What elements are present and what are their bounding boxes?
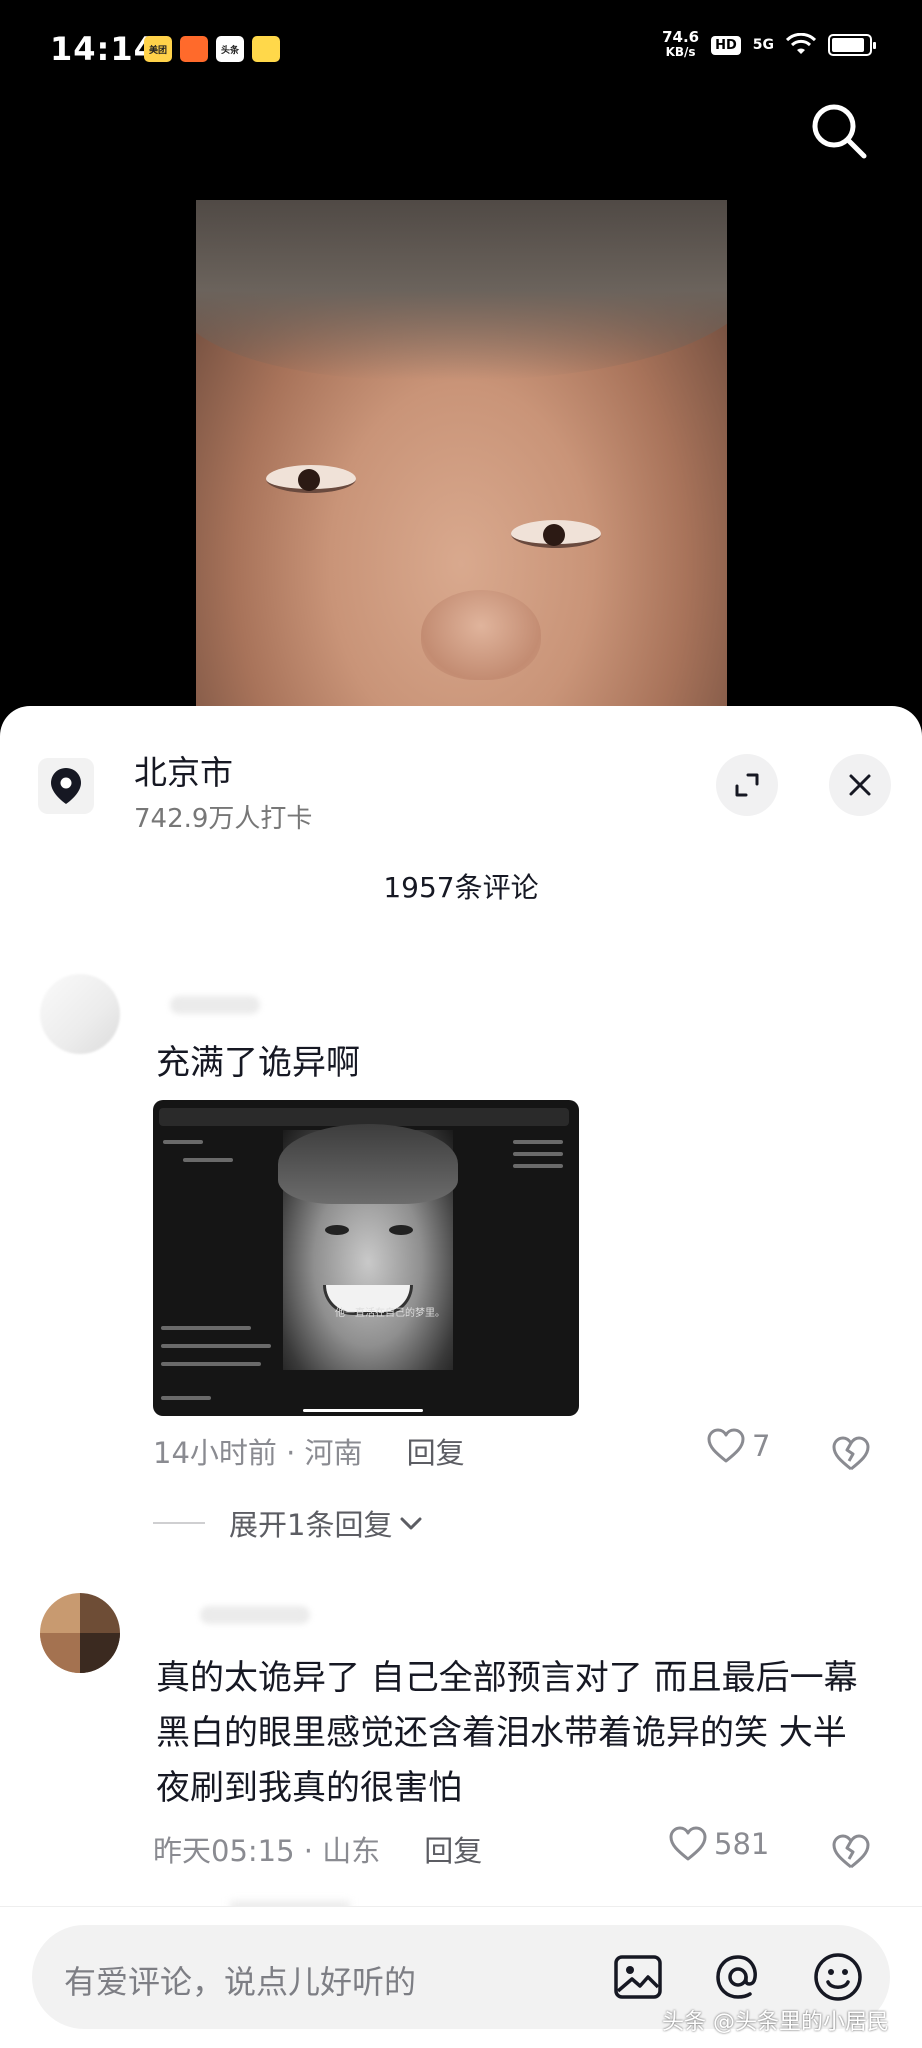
reply-button[interactable]: 回复 bbox=[424, 1828, 482, 1870]
meituan-app-icon: 美团 bbox=[144, 36, 172, 62]
heart-icon bbox=[669, 1826, 707, 1861]
status-indicators: 74.6 KB/s HD 5G bbox=[662, 28, 876, 60]
search-button[interactable] bbox=[808, 100, 870, 162]
reply-button[interactable]: 回复 bbox=[407, 1430, 465, 1472]
battery-level bbox=[832, 38, 865, 52]
status-time: 14:14 bbox=[50, 30, 157, 68]
comment-text: 真的太诡异了 自己全部预言对了 而且最后一幕黑白的眼里感觉还含着泪水带着诡异的笑… bbox=[156, 1658, 858, 1808]
hd-badge: HD bbox=[711, 35, 741, 55]
location-checkins: 742.9万人打卡 bbox=[134, 804, 313, 834]
battery-icon bbox=[828, 34, 876, 56]
emoji-icon[interactable] bbox=[810, 1949, 866, 2005]
toutiao-app-icon: 头条 bbox=[216, 36, 244, 62]
comment-count: 1957条评论 bbox=[383, 871, 539, 904]
comment-text: 充满了诡异啊 bbox=[156, 1043, 360, 1083]
app-icon bbox=[252, 36, 280, 62]
commenter-name-blurred[interactable] bbox=[170, 996, 260, 1014]
signal-5g: 5G bbox=[752, 37, 774, 53]
image-icon[interactable] bbox=[610, 1949, 666, 2005]
location-header: 北京市 742.9万人打卡 bbox=[0, 706, 922, 836]
like-button[interactable]: 7 bbox=[706, 1428, 770, 1464]
expand-button[interactable] bbox=[716, 754, 778, 816]
comment-time-location: 14小时前 · 河南 bbox=[153, 1436, 363, 1470]
wifi-icon bbox=[786, 33, 816, 54]
network-speed: 74.6 KB/s bbox=[662, 28, 700, 60]
image-caption: 他一直活在自己的梦里。 bbox=[335, 1308, 445, 1319]
comment-meta: 14小时前 · 河南 回复 bbox=[153, 1430, 465, 1472]
watermark: 头条 @头条里的小居民 bbox=[662, 2010, 889, 2035]
like-count: 7 bbox=[752, 1429, 771, 1463]
dislike-icon[interactable] bbox=[829, 1829, 873, 1873]
commenter-avatar[interactable] bbox=[40, 974, 120, 1054]
status-bar: 14:14 美团 头条 74.6 KB/s HD 5G bbox=[0, 0, 922, 100]
expand-replies-button[interactable]: 展开1条回复 bbox=[153, 1502, 424, 1544]
search-icon bbox=[812, 104, 867, 159]
chevron-down-icon bbox=[400, 1517, 422, 1530]
dislike-icon[interactable] bbox=[829, 1431, 873, 1475]
app-icon bbox=[180, 36, 208, 62]
comment-image[interactable]: 他一直活在自己的梦里。 bbox=[153, 1100, 579, 1416]
commenter-avatar[interactable] bbox=[40, 1593, 120, 1673]
close-button[interactable] bbox=[829, 754, 891, 816]
comments-sheet: 北京市 742.9万人打卡 1957条评论 充满了诡异啊 他一直活在自己的梦里。… bbox=[0, 706, 922, 2048]
at-mention-icon[interactable] bbox=[710, 1949, 766, 2005]
notification-icons: 美团 头条 bbox=[144, 36, 280, 62]
expand-icon bbox=[735, 773, 759, 797]
comment-meta: 昨天05:15 · 山东 回复 bbox=[153, 1828, 482, 1870]
video-player[interactable] bbox=[196, 200, 727, 720]
close-icon bbox=[849, 774, 871, 796]
heart-icon bbox=[707, 1428, 745, 1463]
location-name[interactable]: 北京市 bbox=[134, 746, 233, 794]
comment-time-location: 昨天05:15 · 山东 bbox=[153, 1834, 381, 1868]
like-button[interactable]: 581 bbox=[668, 1826, 769, 1862]
expand-replies-label: 展开1条回复 bbox=[229, 1508, 393, 1542]
location-pin-icon bbox=[38, 758, 94, 814]
commenter-name-blurred[interactable] bbox=[200, 1606, 310, 1624]
like-count: 581 bbox=[714, 1827, 770, 1861]
comment-input-placeholder: 有爱评论，说点儿好听的 bbox=[64, 1963, 417, 2001]
